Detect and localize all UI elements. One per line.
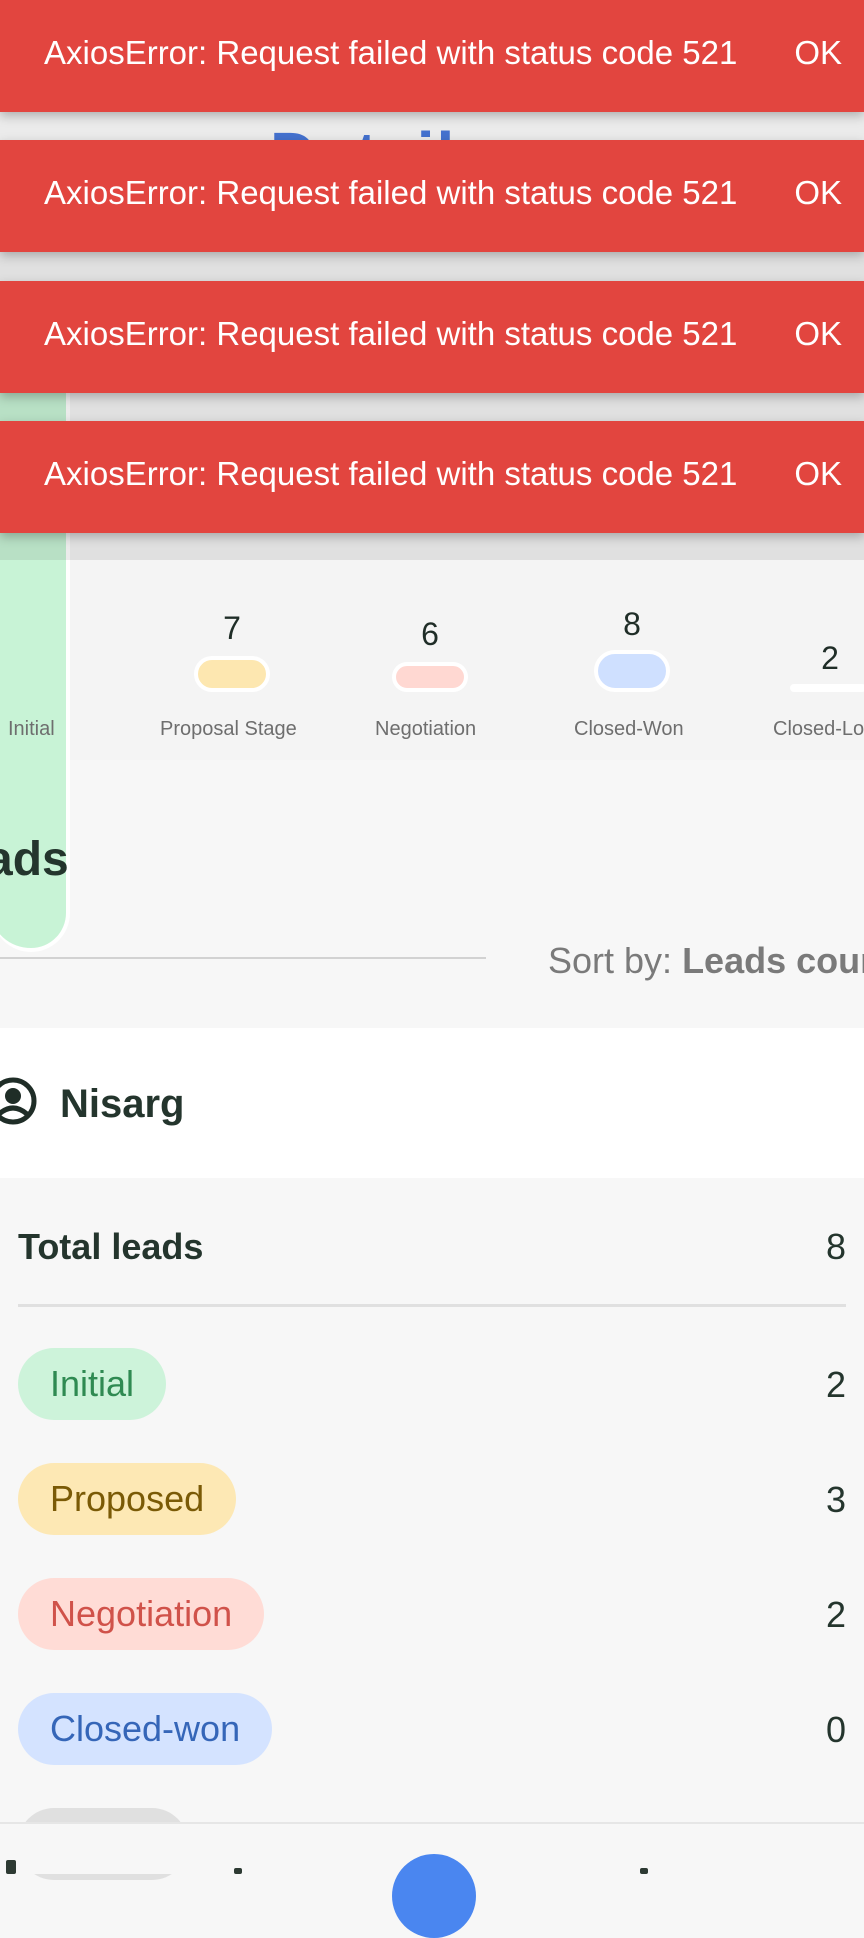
total-leads-value: 8 xyxy=(825,1226,846,1267)
chart-label-initial: Initial xyxy=(8,718,55,740)
user-circle-icon xyxy=(0,1077,37,1125)
stage-row-initial: Initial 2 xyxy=(18,1348,846,1422)
chart-bar-proposal-stage xyxy=(194,656,270,692)
error-snackbar: AxiosError: Request failed with status c… xyxy=(0,281,864,393)
sort-by-label: Sort by: xyxy=(548,940,683,981)
error-snackbar: AxiosError: Request failed with status c… xyxy=(0,421,864,533)
search-underline[interactable] xyxy=(0,957,486,959)
stage-row-negotiation: Negotiation 2 xyxy=(18,1578,846,1652)
leads-section-title: ads xyxy=(0,833,69,886)
chart-value-closed-won: 8 xyxy=(623,606,641,642)
chart-label-proposal-stage: Proposal Stage xyxy=(160,718,297,740)
divider xyxy=(18,1304,846,1307)
snackbar-message: AxiosError: Request failed with status c… xyxy=(44,455,738,492)
user-name: Nisarg xyxy=(60,1082,185,1126)
chart-bar-closed-lost xyxy=(790,684,864,692)
total-leads-row: Total leads 8 xyxy=(18,1226,846,1286)
chart-label-closed-lost: Closed-Lo xyxy=(773,718,864,740)
sort-by-control[interactable]: Sort by: Leads coun xyxy=(548,940,864,982)
lead-card-body: Total leads 8 Initial 2 Proposed 3 Negot… xyxy=(0,1178,864,1880)
stage-row-closed-won: Closed-won 0 xyxy=(18,1693,846,1767)
total-leads-label: Total leads xyxy=(18,1226,204,1267)
sort-by-value: Leads coun xyxy=(682,940,864,981)
nav-add-button[interactable] xyxy=(392,1854,476,1938)
chart-bar-closed-won xyxy=(594,650,670,692)
stage-count-negotiation: 2 xyxy=(825,1594,846,1635)
chart-bar-negotiation xyxy=(392,662,468,692)
stage-pill-negotiation: Negotiation xyxy=(18,1578,265,1650)
snackbar-ok-button[interactable]: OK xyxy=(794,174,842,212)
chart-value-negotiation: 6 xyxy=(421,616,439,652)
stage-pill-closed-won: Closed-won xyxy=(18,1693,273,1765)
chart-label-negotiation: Negotiation xyxy=(375,718,477,740)
nav-reports-icon[interactable] xyxy=(640,1868,648,1874)
stage-count-closed-won: 0 xyxy=(825,1709,846,1750)
stage-pill-proposed: Proposed xyxy=(18,1463,237,1535)
error-snackbar: AxiosError: Request failed with status c… xyxy=(0,140,864,252)
snackbar-ok-button[interactable]: OK xyxy=(794,315,842,353)
stage-count-initial: 2 xyxy=(825,1364,846,1405)
snackbar-message: AxiosError: Request failed with status c… xyxy=(44,174,738,211)
nav-leads-icon[interactable] xyxy=(234,1868,242,1874)
stage-pill-initial: Initial xyxy=(18,1348,167,1420)
snackbar-message: AxiosError: Request failed with status c… xyxy=(44,34,738,71)
stage-row-proposed: Proposed 3 xyxy=(18,1463,846,1537)
chart-label-closed-won: Closed-Won xyxy=(574,718,684,740)
snackbar-ok-button[interactable]: OK xyxy=(794,455,842,493)
chart-value-proposal-stage: 7 xyxy=(223,610,241,646)
error-snackbar: AxiosError: Request failed with status c… xyxy=(0,0,864,112)
stage-count-proposed: 3 xyxy=(825,1479,846,1520)
snackbar-message: AxiosError: Request failed with status c… xyxy=(44,315,738,352)
snackbar-ok-button[interactable]: OK xyxy=(794,34,842,72)
bottom-navigation xyxy=(0,1822,864,1938)
lead-card-header[interactable]: Nisarg xyxy=(0,1028,864,1178)
chart-value-closed-lost: 2 xyxy=(821,640,839,676)
